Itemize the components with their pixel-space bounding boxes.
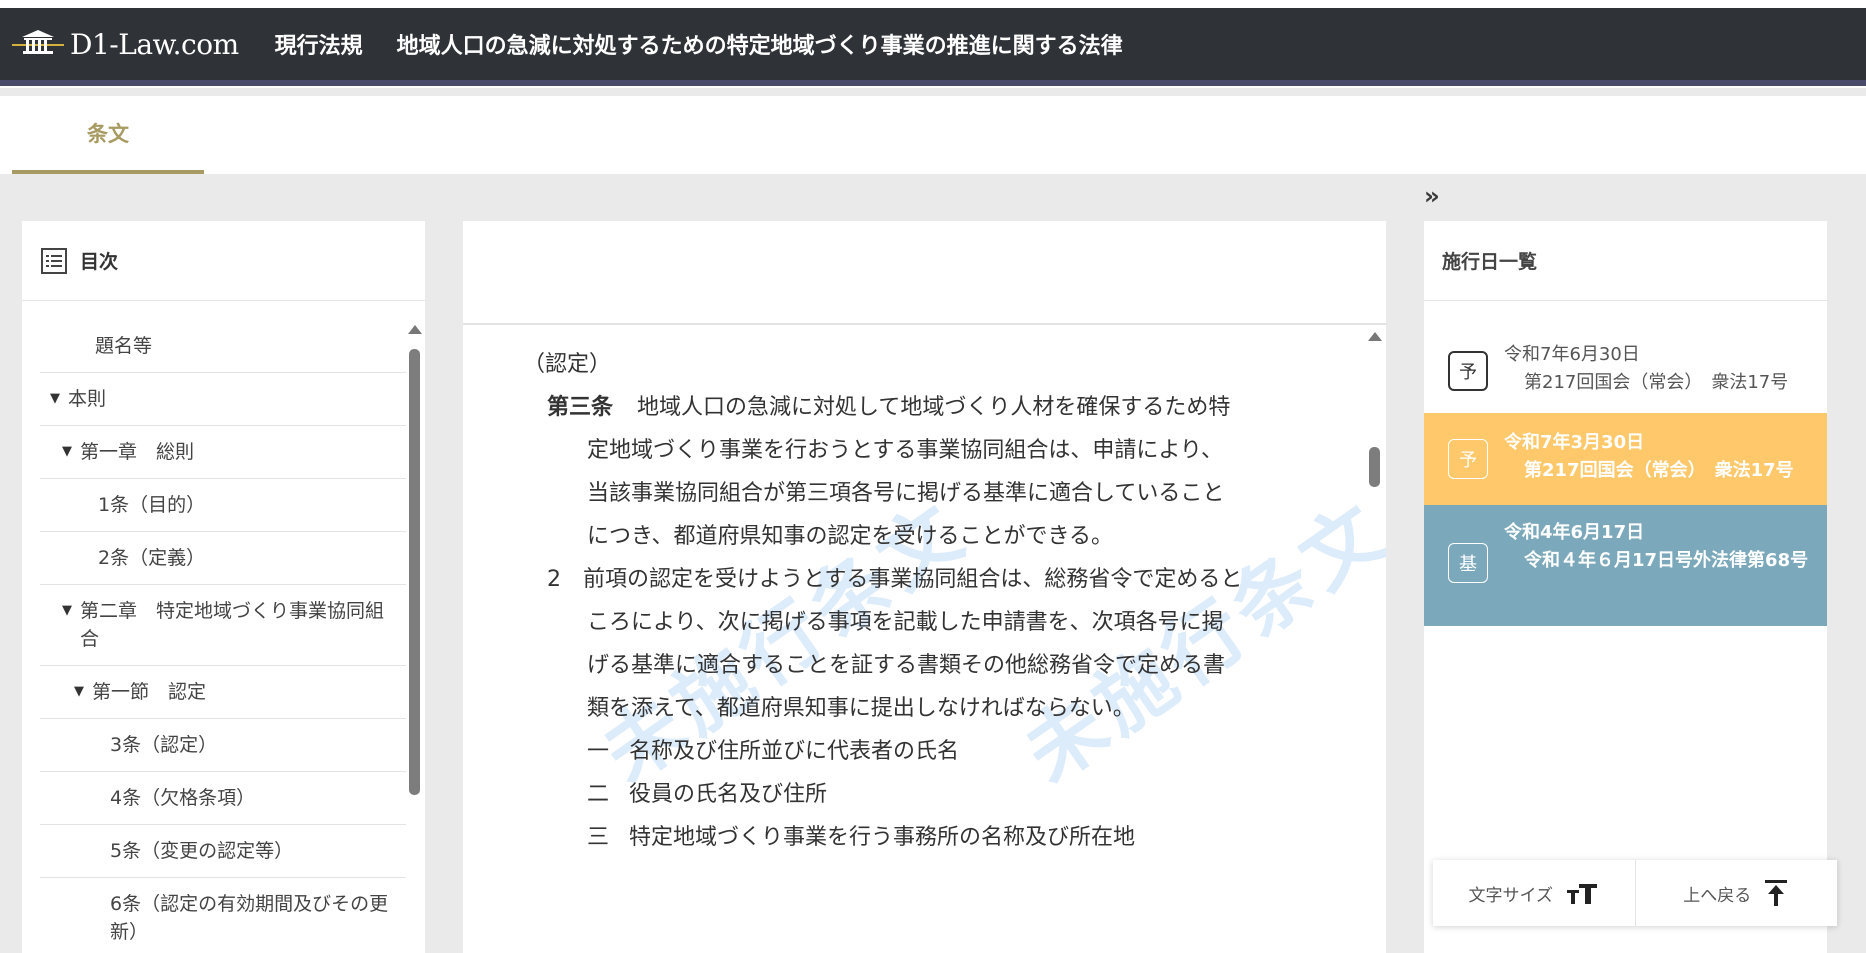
floating-toolbar: 文字サイズ 上へ戻る [1433,860,1837,926]
article-paragraph-1: 第三条 地域人口の急減に対処して地域づくり人材を確保するため特定地域づくり事業を行… [547,395,1231,549]
toc-list: 題名等 ▼ 本則 ▼ 第一章 総則 1条（目的） 2条（定義） ▼ 第二章 特定地域づ… [40,320,406,953]
toc-header: 目次 [22,221,425,301]
article-item: 一名称及び住所並びに代表者の氏名 [587,739,960,764]
effective-date-entry[interactable]: 予 令和7年6月30日 第217回国会（常会） 衆法17号 [1424,327,1827,413]
toc-item-article3[interactable]: 3条（認定） [40,719,406,772]
toc-item-article1[interactable]: 1条（目的） [40,479,406,532]
effective-detail: 令和４年６月17日号外法律第68号 [1524,550,1809,571]
effective-date: 令和7年3月30日 [1504,432,1645,453]
toc-item-title[interactable]: 題名等 [40,320,406,373]
caret-down-icon[interactable]: ▼ [74,678,92,706]
back-to-top-button[interactable]: 上へ戻る [1634,860,1838,926]
scroll-thumb[interactable] [1369,447,1380,487]
collapse-panel-icon[interactable]: ›› [1424,182,1440,210]
scroll-up-icon[interactable] [1368,332,1382,341]
article-panel-header [463,221,1386,325]
effective-date-entry-selected[interactable]: 予 令和7年3月30日 第217回国会（常会） 衆法17号 [1424,413,1827,505]
font-size-button[interactable]: 文字サイズ [1433,860,1635,926]
toc-item-article2[interactable]: 2条（定義） [40,532,406,585]
scheduled-badge: 予 [1448,351,1488,391]
article-item: 二役員の氏名及び住所 [587,782,828,807]
toc-item-article6[interactable]: 6条（認定の有効期間及びその更新） [40,878,406,953]
toc-item-section1[interactable]: ▼ 第一節 認定 [40,666,406,719]
effective-date-entry-base[interactable]: 基 令和4年6月17日 令和４年６月17日号外法律第68号 [1424,505,1827,626]
toc-scrollbar[interactable] [406,325,422,953]
toc-item-chapter2[interactable]: ▼ 第二章 特定地域づくり事業協同組合 [40,585,406,666]
tab-bar: 条文 [0,96,1866,174]
law-title: 地域人口の急減に対処するための特定地域づくり事業の推進に関する法律 [396,34,1123,59]
article-paragraph-2: 2 前項の認定を受けようとする事業協同組合は、総務省令で定めるところにより、次に掲… [547,567,1243,721]
effective-detail: 第217回国会（常会） 衆法17号 [1524,372,1789,393]
effective-detail: 第217回国会（常会） 衆法17号 [1524,460,1794,481]
caret-down-icon[interactable]: ▼ [50,385,68,413]
paragraph-number: 2 [547,567,561,592]
toc-item-article5[interactable]: 5条（変更の認定等） [40,825,406,878]
effective-date: 令和7年6月30日 [1504,344,1640,365]
scroll-up-icon[interactable] [408,325,422,334]
toc-item-chapter1[interactable]: ▼ 第一章 総則 [40,426,406,479]
article-panel: 未施行条文 未施行条文 （認定） 第三条 地域人口の急減に対処して地域づくり人材を… [463,221,1386,953]
caret-down-icon[interactable]: ▼ [62,438,80,466]
list-icon [41,247,67,274]
scroll-thumb[interactable] [409,349,420,795]
article-number: 第三条 [547,395,614,420]
text-size-icon [1567,884,1597,904]
article-caption: （認定） [523,352,612,377]
section-title[interactable]: 現行法規 [275,28,363,60]
courthouse-icon [12,30,64,54]
toc-title: 目次 [80,251,119,273]
effective-date: 令和4年6月17日 [1504,522,1645,543]
base-badge: 基 [1448,543,1488,583]
article-scrollbar[interactable] [1367,332,1383,953]
app-header: D1-Law.com 現行法規 地域人口の急減に対処するための特定地域づくり事業… [0,8,1866,86]
article-item: 三特定地域づくり事業を行う事務所の名称及び所在地 [587,825,1136,850]
caret-down-icon[interactable]: ▼ [62,597,80,653]
scheduled-badge: 予 [1448,439,1488,479]
toc-item-article4[interactable]: 4条（欠格条項） [40,772,406,825]
tab-articles[interactable]: 条文 [12,96,204,174]
logo-text: D1-Law.com [70,27,239,61]
toc-item-main[interactable]: ▼ 本則 [40,373,406,426]
article-body: （認定） 第三条 地域人口の急減に対処して地域づくり人材を確保するため特定地域づく… [523,343,1243,859]
arrow-up-to-top-icon [1765,880,1788,906]
logo[interactable]: D1-Law.com [12,27,239,61]
toc-panel: 目次 題名等 ▼ 本則 ▼ 第一章 総則 1条（目的） 2条（定義） ▼ 第二章 特定… [22,221,425,953]
effective-dates-panel: 施行日一覧 予 令和7年6月30日 第217回国会（常会） 衆法17号 予 令和… [1424,221,1827,953]
effective-dates-title: 施行日一覧 [1424,221,1827,301]
